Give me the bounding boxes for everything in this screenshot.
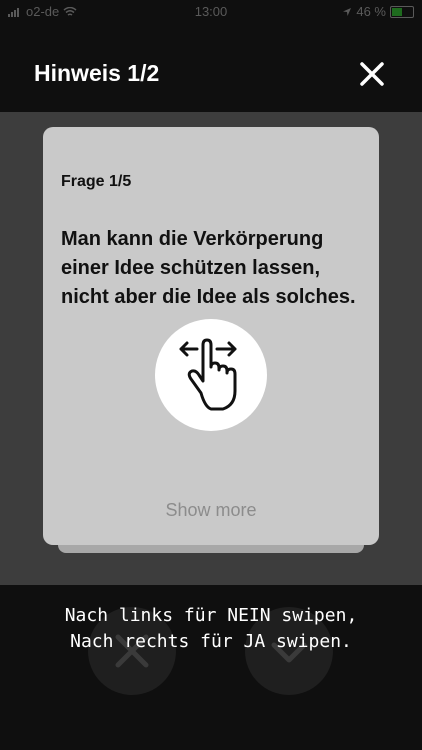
- close-icon: [360, 62, 384, 86]
- status-right: 46 %: [342, 4, 414, 19]
- location-icon: [343, 7, 352, 16]
- status-bar: o2-de 13:00 46 %: [0, 0, 422, 24]
- show-more-button[interactable]: Show more: [43, 500, 379, 521]
- battery-percent: 46 %: [356, 4, 386, 19]
- swipe-gesture-indicator: [155, 319, 267, 431]
- question-text: Man kann die Verkörperung einer Idee sch…: [61, 228, 356, 308]
- swipe-hand-icon: [179, 338, 237, 411]
- battery-icon: [390, 5, 414, 18]
- hint-line-yes: Nach rechts für JA swipen.: [70, 631, 352, 652]
- header: Hinweis 1/2: [0, 24, 422, 112]
- question-number: Frage 1/5: [61, 173, 132, 190]
- close-button[interactable]: [358, 60, 386, 88]
- hint-title: Hinweis 1/2: [34, 60, 160, 86]
- swipe-hint: Nach links für NEIN swipen, Nach rechts …: [0, 603, 422, 655]
- hint-line-no: Nach links für NEIN swipen,: [64, 605, 358, 626]
